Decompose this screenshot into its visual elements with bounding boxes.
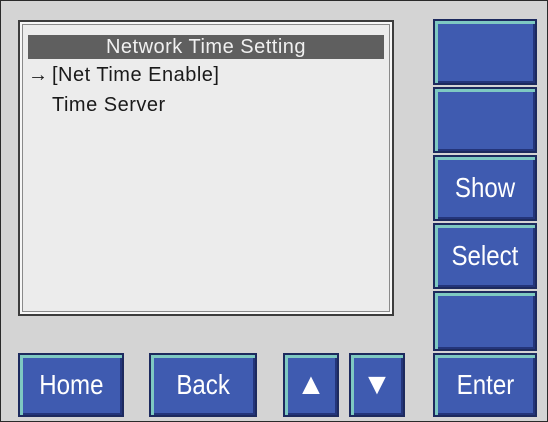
show-button[interactable]: Show [433, 155, 537, 221]
up-button[interactable]: ▲ [283, 353, 339, 417]
enter-button-label: Enter [456, 369, 514, 400]
select-button[interactable]: Select [433, 223, 537, 289]
back-button-label: Back [176, 369, 230, 400]
home-button[interactable]: Home [18, 353, 124, 417]
down-button[interactable]: ▼ [349, 353, 405, 417]
selection-arrow-icon: → [28, 64, 49, 86]
menu-item-net-time-enable[interactable]: → [Net Time Enable] [28, 62, 219, 88]
home-button-label: Home [38, 369, 104, 400]
down-arrow-icon: ▼ [362, 368, 392, 401]
softkey-5-button[interactable] [433, 291, 537, 351]
menu-item-label: [Net Time Enable] [52, 64, 220, 86]
softkey-1-button[interactable] [433, 19, 537, 85]
show-button-label: Show [454, 172, 516, 203]
enter-button[interactable]: Enter [433, 353, 537, 417]
softkey-2-button[interactable] [433, 87, 537, 153]
lcd-screen: Network Time Setting → [Net Time Enable] … [18, 20, 394, 316]
menu-item-time-server[interactable]: Time Server [28, 92, 166, 118]
back-button[interactable]: Back [149, 353, 257, 417]
select-button-label: Select [451, 240, 519, 271]
menu-item-label: Time Server [52, 94, 166, 116]
up-arrow-icon: ▲ [296, 368, 326, 401]
device-panel: Network Time Setting → [Net Time Enable] … [0, 0, 548, 422]
screen-title: Network Time Setting [28, 35, 384, 59]
